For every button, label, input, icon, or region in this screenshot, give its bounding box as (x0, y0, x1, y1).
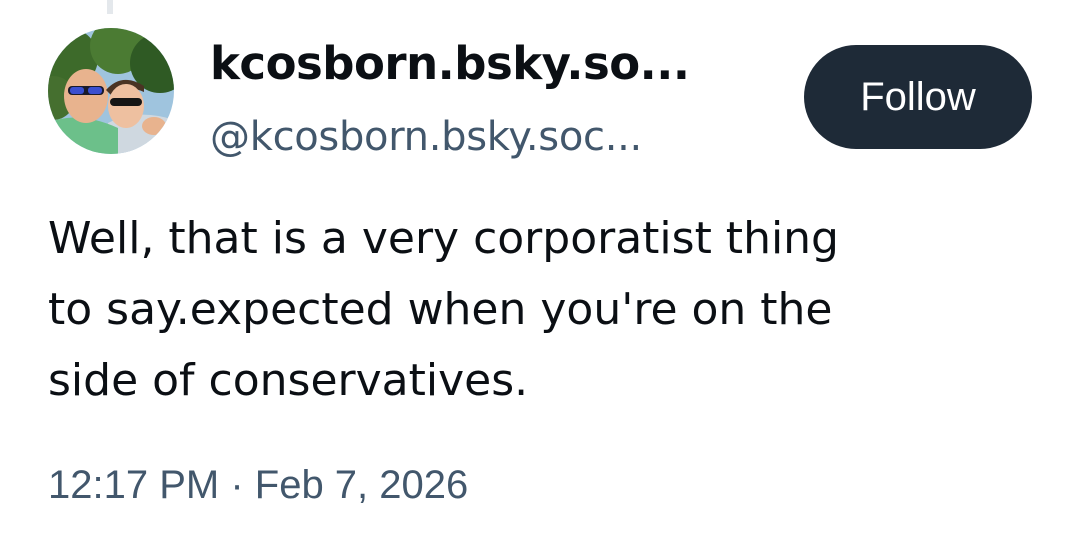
thread-connector-line (107, 0, 113, 14)
post-timestamp[interactable]: 12:17 PM · Feb 7, 2026 (48, 457, 468, 513)
avatar[interactable] (48, 28, 174, 154)
author-handle[interactable]: @kcosborn.bsky.soc... (210, 111, 642, 163)
author-display-name[interactable]: kcosborn.bsky.so... (210, 34, 690, 94)
follow-button[interactable]: Follow (804, 45, 1032, 149)
post-text: Well, that is a very corporatist thing t… (48, 203, 1048, 416)
avatar-photo-icon (48, 28, 174, 154)
post-text-line: side of conservatives. (48, 355, 529, 406)
post-text-line: Well, that is a very corporatist thing (48, 213, 839, 264)
post-text-line: to say.expected when you're on the (48, 284, 833, 335)
